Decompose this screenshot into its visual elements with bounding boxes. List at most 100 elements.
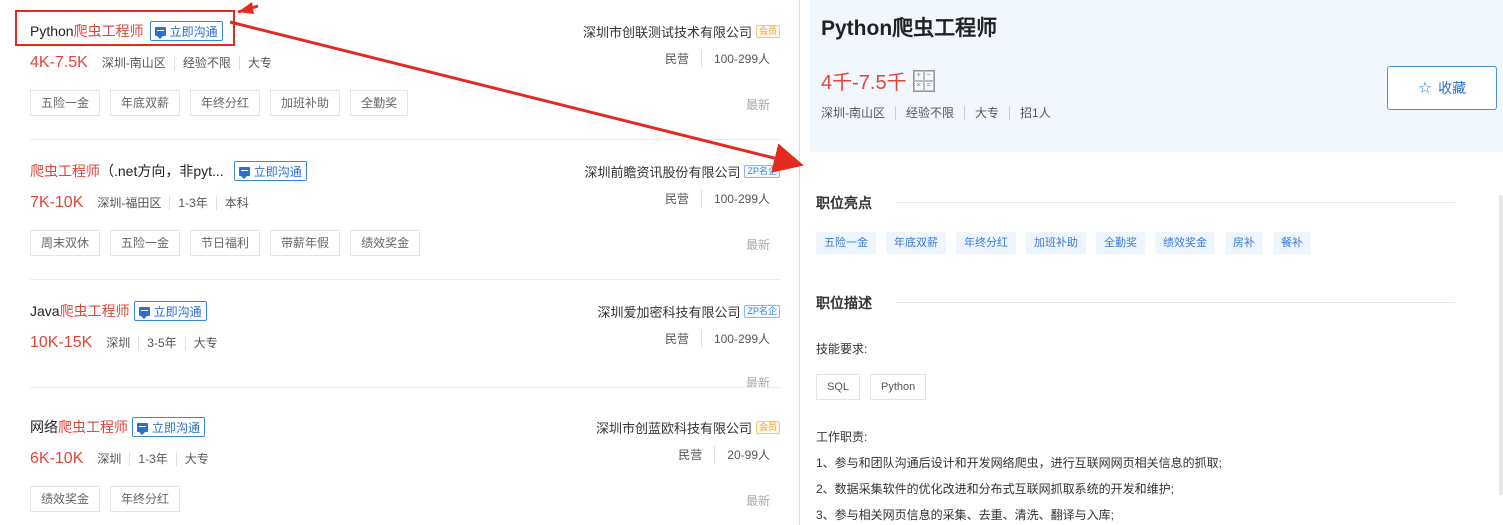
job-experience: 1-3年	[129, 452, 175, 466]
detail-salary: 4千-7.5千	[821, 72, 907, 94]
detail-header: Python爬虫工程师 4千-7.5千 + − × = 深圳-南山区 经验不限 大专 …	[810, 0, 1503, 152]
welfare-tag: 五险一金	[30, 90, 101, 116]
latest-label: 最新	[745, 376, 770, 390]
company-name[interactable]: 深圳爱加密科技有限公司	[597, 302, 740, 321]
highlight-tag: 绩效奖金	[1155, 232, 1215, 254]
job-experience: 1-3年	[169, 196, 215, 210]
skills-label: 技能要求:	[816, 342, 868, 356]
calculator-icon[interactable]: + − × =	[912, 69, 935, 92]
job-tags: 五险一金 年底双薪 年终分红 加班补助 全勤奖	[30, 90, 409, 116]
company-type: 民营	[664, 332, 689, 346]
company-meta: 民营 100-299人	[653, 190, 770, 207]
job-education: 大专	[175, 452, 217, 466]
job-education: 本科	[215, 196, 257, 210]
job-card[interactable]: 爬虫工程师 （.net方向，非pyt... 立即沟通 7K-10K 深圳-福田区…	[0, 140, 800, 280]
highlight-tag: 五险一金	[816, 232, 876, 254]
favorite-label: 收藏	[1438, 80, 1467, 96]
detail-meta: 深圳-南山区 经验不限 大专 招1人	[821, 106, 1061, 120]
company-size: 100-299人	[700, 330, 770, 347]
zp-brand-badge: ZP名企	[744, 164, 780, 178]
company-type: 民营	[678, 448, 703, 462]
job-experience: 3-5年	[138, 336, 184, 350]
divider	[30, 387, 780, 388]
job-tags: 绩效奖金 年终分红	[30, 486, 181, 512]
skill-tag: SQL	[816, 374, 861, 400]
company-name-row[interactable]: 深圳爱加密科技有限公司 ZP名企	[597, 300, 780, 322]
job-tags: 周末双休 五险一金 节日福利 带薪年假 绩效奖金	[30, 230, 421, 256]
zp-brand-badge: ZP名企	[744, 304, 780, 318]
company-name[interactable]: 深圳前瞻资讯股份有限公司	[584, 162, 740, 181]
detail-education: 大专	[964, 106, 1009, 120]
company-type: 民营	[664, 192, 689, 206]
welfare-tag: 绩效奖金	[30, 486, 101, 512]
welfare-tag: 带薪年假	[270, 230, 341, 256]
company-name-row[interactable]: 深圳前瞻资讯股份有限公司 ZP名企	[584, 160, 780, 182]
highlight-tag: 餐补	[1273, 232, 1311, 254]
chat-now-button[interactable]: 立即沟通	[233, 161, 307, 181]
chat-now-button[interactable]: 立即沟通	[132, 417, 206, 437]
welfare-tag: 绩效奖金	[350, 230, 421, 256]
job-location: 深圳	[106, 336, 131, 350]
duty-line: 2、数据采集软件的优化改进和分布式互联网抓取系统的开发和维护;	[816, 482, 1175, 496]
job-education: 大专	[184, 336, 226, 350]
detail-location: 深圳-南山区	[821, 106, 885, 120]
latest-label: 最新	[745, 238, 770, 252]
skill-tags: SQL Python	[816, 374, 927, 400]
member-badge: 会员	[755, 24, 780, 38]
job-location: 深圳-南山区	[101, 56, 166, 70]
chat-now-label: 立即沟通	[153, 304, 202, 319]
job-title[interactable]: 网络 爬虫工程师 立即沟通	[30, 416, 206, 438]
favorite-button[interactable]: ☆ 收藏	[1387, 66, 1497, 110]
job-info: 10K-15K 深圳 3-5年 大专	[30, 332, 226, 354]
job-detail-panel: Python爬虫工程师 4千-7.5千 + − × = 深圳-南山区 经验不限 大专 …	[800, 0, 1503, 525]
job-salary: 4K-7.5K	[30, 54, 88, 71]
welfare-tag: 年底双薪	[110, 90, 181, 116]
divider	[895, 302, 1455, 303]
job-info: 4K-7.5K 深圳-南山区 经验不限 大专	[30, 52, 280, 74]
detail-headcount: 招1人	[1009, 106, 1061, 120]
chat-bubble-icon	[137, 422, 148, 435]
company-name-row[interactable]: 深圳市创蓝欧科技有限公司 会员	[596, 416, 780, 438]
scrollbar[interactable]	[1499, 195, 1503, 495]
job-card[interactable]: Java 爬虫工程师 立即沟通 10K-15K 深圳 3-5年 大专 深圳爱加密…	[0, 280, 800, 390]
job-education: 大专	[238, 56, 280, 70]
welfare-tag: 五险一金	[110, 230, 181, 256]
highlight-tags: 五险一金 年底双薪 年终分红 加班补助 全勤奖 绩效奖金 房补 餐补	[816, 232, 1311, 254]
divider	[895, 202, 1455, 203]
job-salary: 10K-15K	[30, 334, 93, 351]
job-experience: 经验不限	[173, 56, 239, 70]
highlight-tag: 年终分红	[956, 232, 1016, 254]
description-title: 职位描述	[816, 295, 872, 311]
company-name[interactable]: 深圳市创蓝欧科技有限公司	[596, 418, 752, 437]
job-location: 深圳-福田区	[97, 196, 162, 210]
chat-now-button[interactable]: 立即沟通	[133, 301, 207, 321]
duty-line: 3、参与相关网页信息的采集、去重、清洗、翻译与入库;	[816, 508, 1115, 522]
highlight-tag: 房补	[1225, 232, 1263, 254]
duty-line: 1、参与和团队沟通后设计和开发网络爬虫，进行互联网网页相关信息的抓取;	[816, 456, 1223, 470]
job-location: 深圳	[97, 452, 122, 466]
job-title[interactable]: Java 爬虫工程师 立即沟通	[30, 300, 207, 322]
job-title-keyword: 爬虫工程师	[58, 419, 128, 435]
latest-label: 最新	[745, 494, 770, 508]
highlight-tag: 年底双薪	[886, 232, 946, 254]
company-size: 100-299人	[700, 190, 770, 207]
job-title[interactable]: 爬虫工程师 （.net方向，非pyt... 立即沟通	[30, 160, 307, 182]
chat-bubble-icon	[238, 166, 250, 179]
chat-now-label: 立即沟通	[253, 164, 302, 179]
member-badge: 会员	[755, 420, 780, 434]
welfare-tag: 加班补助	[270, 90, 341, 116]
job-title-suffix: （.net方向，非pyt...	[100, 163, 224, 179]
chat-bubble-icon	[138, 306, 150, 319]
company-type: 民营	[664, 52, 689, 66]
welfare-tag: 年终分红	[110, 486, 181, 512]
star-icon: ☆	[1417, 80, 1433, 97]
highlight-tag: 全勤奖	[1096, 232, 1145, 254]
job-salary: 7K-10K	[30, 194, 84, 211]
detail-salary-row: 4千-7.5千 + − × =	[821, 66, 935, 95]
company-name-row[interactable]: 深圳市创联测试技术有限公司 会员	[583, 20, 780, 42]
job-list: Python 爬虫工程师 立即沟通 4K-7.5K 深圳-南山区 经验不限 大专…	[0, 0, 800, 525]
job-card[interactable]: 网络 爬虫工程师 立即沟通 6K-10K 深圳 1-3年 大专 绩效奖金 年终分…	[0, 396, 800, 525]
welfare-tag: 周末双休	[30, 230, 101, 256]
company-name[interactable]: 深圳市创联测试技术有限公司	[583, 22, 752, 41]
chat-now-label: 立即沟通	[152, 420, 201, 435]
